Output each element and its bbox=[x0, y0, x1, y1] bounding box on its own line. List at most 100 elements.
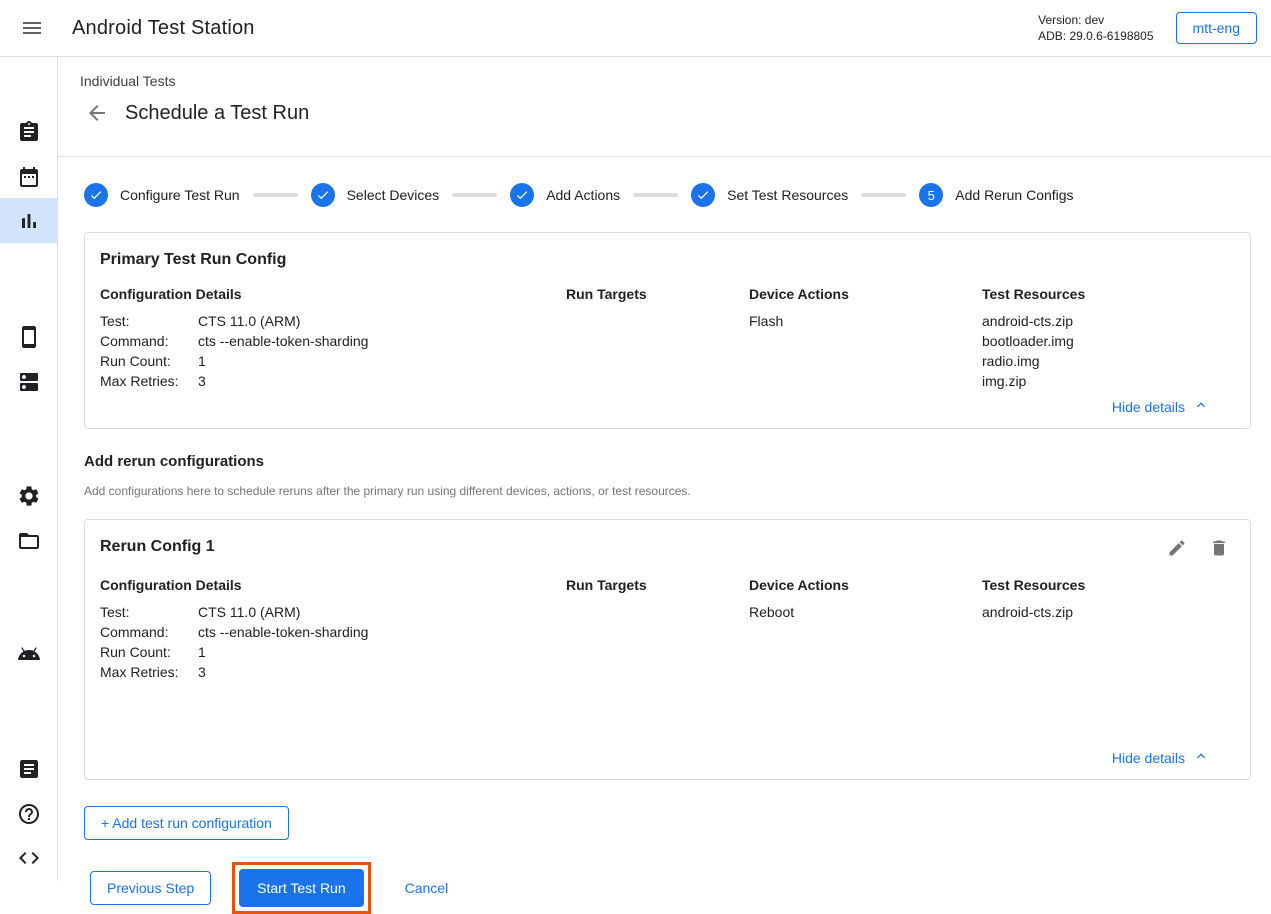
menu-icon[interactable] bbox=[16, 12, 48, 44]
app-title: Android Test Station bbox=[72, 17, 255, 40]
hide-details-link[interactable]: Hide details bbox=[1112, 397, 1209, 416]
sidebar-item-hosts[interactable] bbox=[0, 359, 57, 404]
device-action-item: Flash bbox=[749, 311, 982, 331]
previous-step-button[interactable]: Previous Step bbox=[90, 871, 211, 905]
test-resources-column: Test Resources android-cts.zipbootloader… bbox=[982, 286, 1235, 391]
column-header: Device Actions bbox=[749, 577, 982, 593]
add-test-run-configuration-button[interactable]: + Add test run configuration bbox=[84, 806, 289, 840]
bar-chart-icon bbox=[17, 209, 41, 233]
calendar-icon bbox=[17, 165, 41, 189]
column-header: Test Resources bbox=[982, 286, 1235, 302]
test-resources-column: Test Resources android-cts.zip bbox=[982, 577, 1235, 682]
primary-config-card: Primary Test Run Config Configuration De… bbox=[84, 232, 1251, 429]
sidebar-item-android[interactable] bbox=[0, 631, 57, 676]
run-targets-column: Run Targets bbox=[566, 577, 749, 682]
test-resource-item: bootloader.img bbox=[982, 331, 1235, 351]
step-select-devices[interactable]: Select Devices bbox=[311, 183, 440, 207]
rerun-section-description: Add configurations here to schedule reru… bbox=[84, 484, 1251, 498]
android-robot-icon bbox=[17, 642, 41, 666]
test-resource-item: android-cts.zip bbox=[982, 311, 1235, 331]
pencil-icon bbox=[1167, 538, 1187, 561]
card-title: Rerun Config 1 bbox=[100, 538, 215, 556]
delete-button[interactable] bbox=[1208, 538, 1230, 560]
sidebar-item-settings[interactable] bbox=[0, 473, 57, 518]
step-done-check-icon bbox=[84, 183, 108, 207]
version-info: Version: dev ADB: 29.0.6-6198805 bbox=[1038, 12, 1153, 44]
test-resource-item: radio.img bbox=[982, 351, 1235, 371]
sidebar-item-docs[interactable] bbox=[0, 746, 57, 791]
sidebar-item-devices[interactable] bbox=[0, 314, 57, 359]
device-action-item: Reboot bbox=[749, 602, 982, 622]
test-resource-item: android-cts.zip bbox=[982, 602, 1235, 622]
card-title: Primary Test Run Config bbox=[100, 251, 286, 269]
app-header: Android Test Station Version: dev ADB: 2… bbox=[0, 0, 1271, 57]
config-detail-row: Max Retries: 3 bbox=[100, 662, 566, 682]
sidebar-item-file-browser[interactable] bbox=[0, 518, 57, 563]
step-configure-test-run[interactable]: Configure Test Run bbox=[84, 183, 240, 207]
test-resource-item: img.zip bbox=[982, 371, 1235, 391]
page-title-block: Individual Tests Schedule a Test Run bbox=[58, 57, 1271, 157]
column-header: Device Actions bbox=[749, 286, 982, 302]
main-content: Individual Tests Schedule a Test Run Con… bbox=[58, 57, 1271, 914]
edit-button[interactable] bbox=[1166, 538, 1188, 560]
column-header: Run Targets bbox=[566, 577, 749, 593]
sidebar-item-test-results[interactable] bbox=[0, 198, 57, 243]
config-detail-row: Command: cts --enable-token-sharding bbox=[100, 622, 566, 642]
breadcrumb: Individual Tests bbox=[80, 73, 1271, 89]
hide-details-link[interactable]: Hide details bbox=[1112, 748, 1209, 767]
chevron-up-icon bbox=[1193, 748, 1209, 767]
version-line: Version: dev bbox=[1038, 12, 1153, 28]
step-connector bbox=[253, 193, 298, 197]
column-header: Configuration Details bbox=[100, 577, 566, 593]
config-detail-row: Max Retries: 3 bbox=[100, 371, 566, 391]
step-add-rerun-configs[interactable]: 5 Add Rerun Configs bbox=[919, 183, 1073, 207]
step-set-test-resources[interactable]: Set Test Resources bbox=[691, 183, 848, 207]
help-icon bbox=[17, 802, 41, 826]
step-connector bbox=[452, 193, 497, 197]
config-detail-row: Run Count: 1 bbox=[100, 351, 566, 371]
config-detail-row: Run Count: 1 bbox=[100, 642, 566, 662]
config-detail-row: Command: cts --enable-token-sharding bbox=[100, 331, 566, 351]
sidebar-item-help[interactable] bbox=[0, 791, 57, 836]
rerun-section-title: Add rerun configurations bbox=[84, 453, 1251, 470]
rerun-config-card: Rerun Config 1 Configuration Details Tes… bbox=[84, 519, 1251, 780]
back-arrow-icon[interactable] bbox=[85, 101, 109, 125]
document-icon bbox=[17, 757, 41, 781]
step-done-check-icon bbox=[510, 183, 534, 207]
column-header: Run Targets bbox=[566, 286, 749, 302]
step-connector bbox=[861, 193, 906, 197]
step-add-actions[interactable]: Add Actions bbox=[510, 183, 620, 207]
folder-icon bbox=[17, 529, 41, 553]
settings-gear-icon bbox=[17, 484, 41, 508]
cancel-button[interactable]: Cancel bbox=[405, 880, 449, 896]
clipboard-icon bbox=[17, 120, 41, 144]
adb-version-line: ADB: 29.0.6-6198805 bbox=[1038, 28, 1153, 44]
host-button[interactable]: mtt-eng bbox=[1176, 12, 1257, 44]
page-title: Schedule a Test Run bbox=[125, 102, 309, 125]
sidebar bbox=[0, 57, 58, 881]
code-icon bbox=[17, 846, 41, 870]
trash-icon bbox=[1209, 538, 1229, 561]
device-actions-column: Device Actions Flash bbox=[749, 286, 982, 391]
config-detail-row: Test: CTS 11.0 (ARM) bbox=[100, 311, 566, 331]
step-done-check-icon bbox=[691, 183, 715, 207]
config-detail-row: Test: CTS 11.0 (ARM) bbox=[100, 602, 566, 622]
sidebar-item-dev-tools[interactable] bbox=[0, 835, 57, 880]
annotation-highlight-box: Start Test Run bbox=[232, 862, 370, 914]
column-header: Test Resources bbox=[982, 577, 1235, 593]
column-header: Configuration Details bbox=[100, 286, 566, 302]
smartphone-icon bbox=[17, 325, 41, 349]
step-done-check-icon bbox=[311, 183, 335, 207]
stepper: Configure Test Run Select Devices Add Ac… bbox=[84, 183, 1251, 207]
configuration-details-column: Configuration Details Test: CTS 11.0 (AR… bbox=[100, 577, 566, 682]
device-actions-column: Device Actions Reboot bbox=[749, 577, 982, 682]
start-test-run-button[interactable]: Start Test Run bbox=[239, 869, 363, 907]
run-targets-column: Run Targets bbox=[566, 286, 749, 391]
sidebar-item-schedule[interactable] bbox=[0, 154, 57, 199]
server-rack-icon bbox=[17, 370, 41, 394]
chevron-up-icon bbox=[1193, 397, 1209, 416]
step-number-badge: 5 bbox=[919, 183, 943, 207]
step-connector bbox=[633, 193, 678, 197]
sidebar-item-test-plans[interactable] bbox=[0, 109, 57, 154]
configuration-details-column: Configuration Details Test: CTS 11.0 (AR… bbox=[100, 286, 566, 391]
